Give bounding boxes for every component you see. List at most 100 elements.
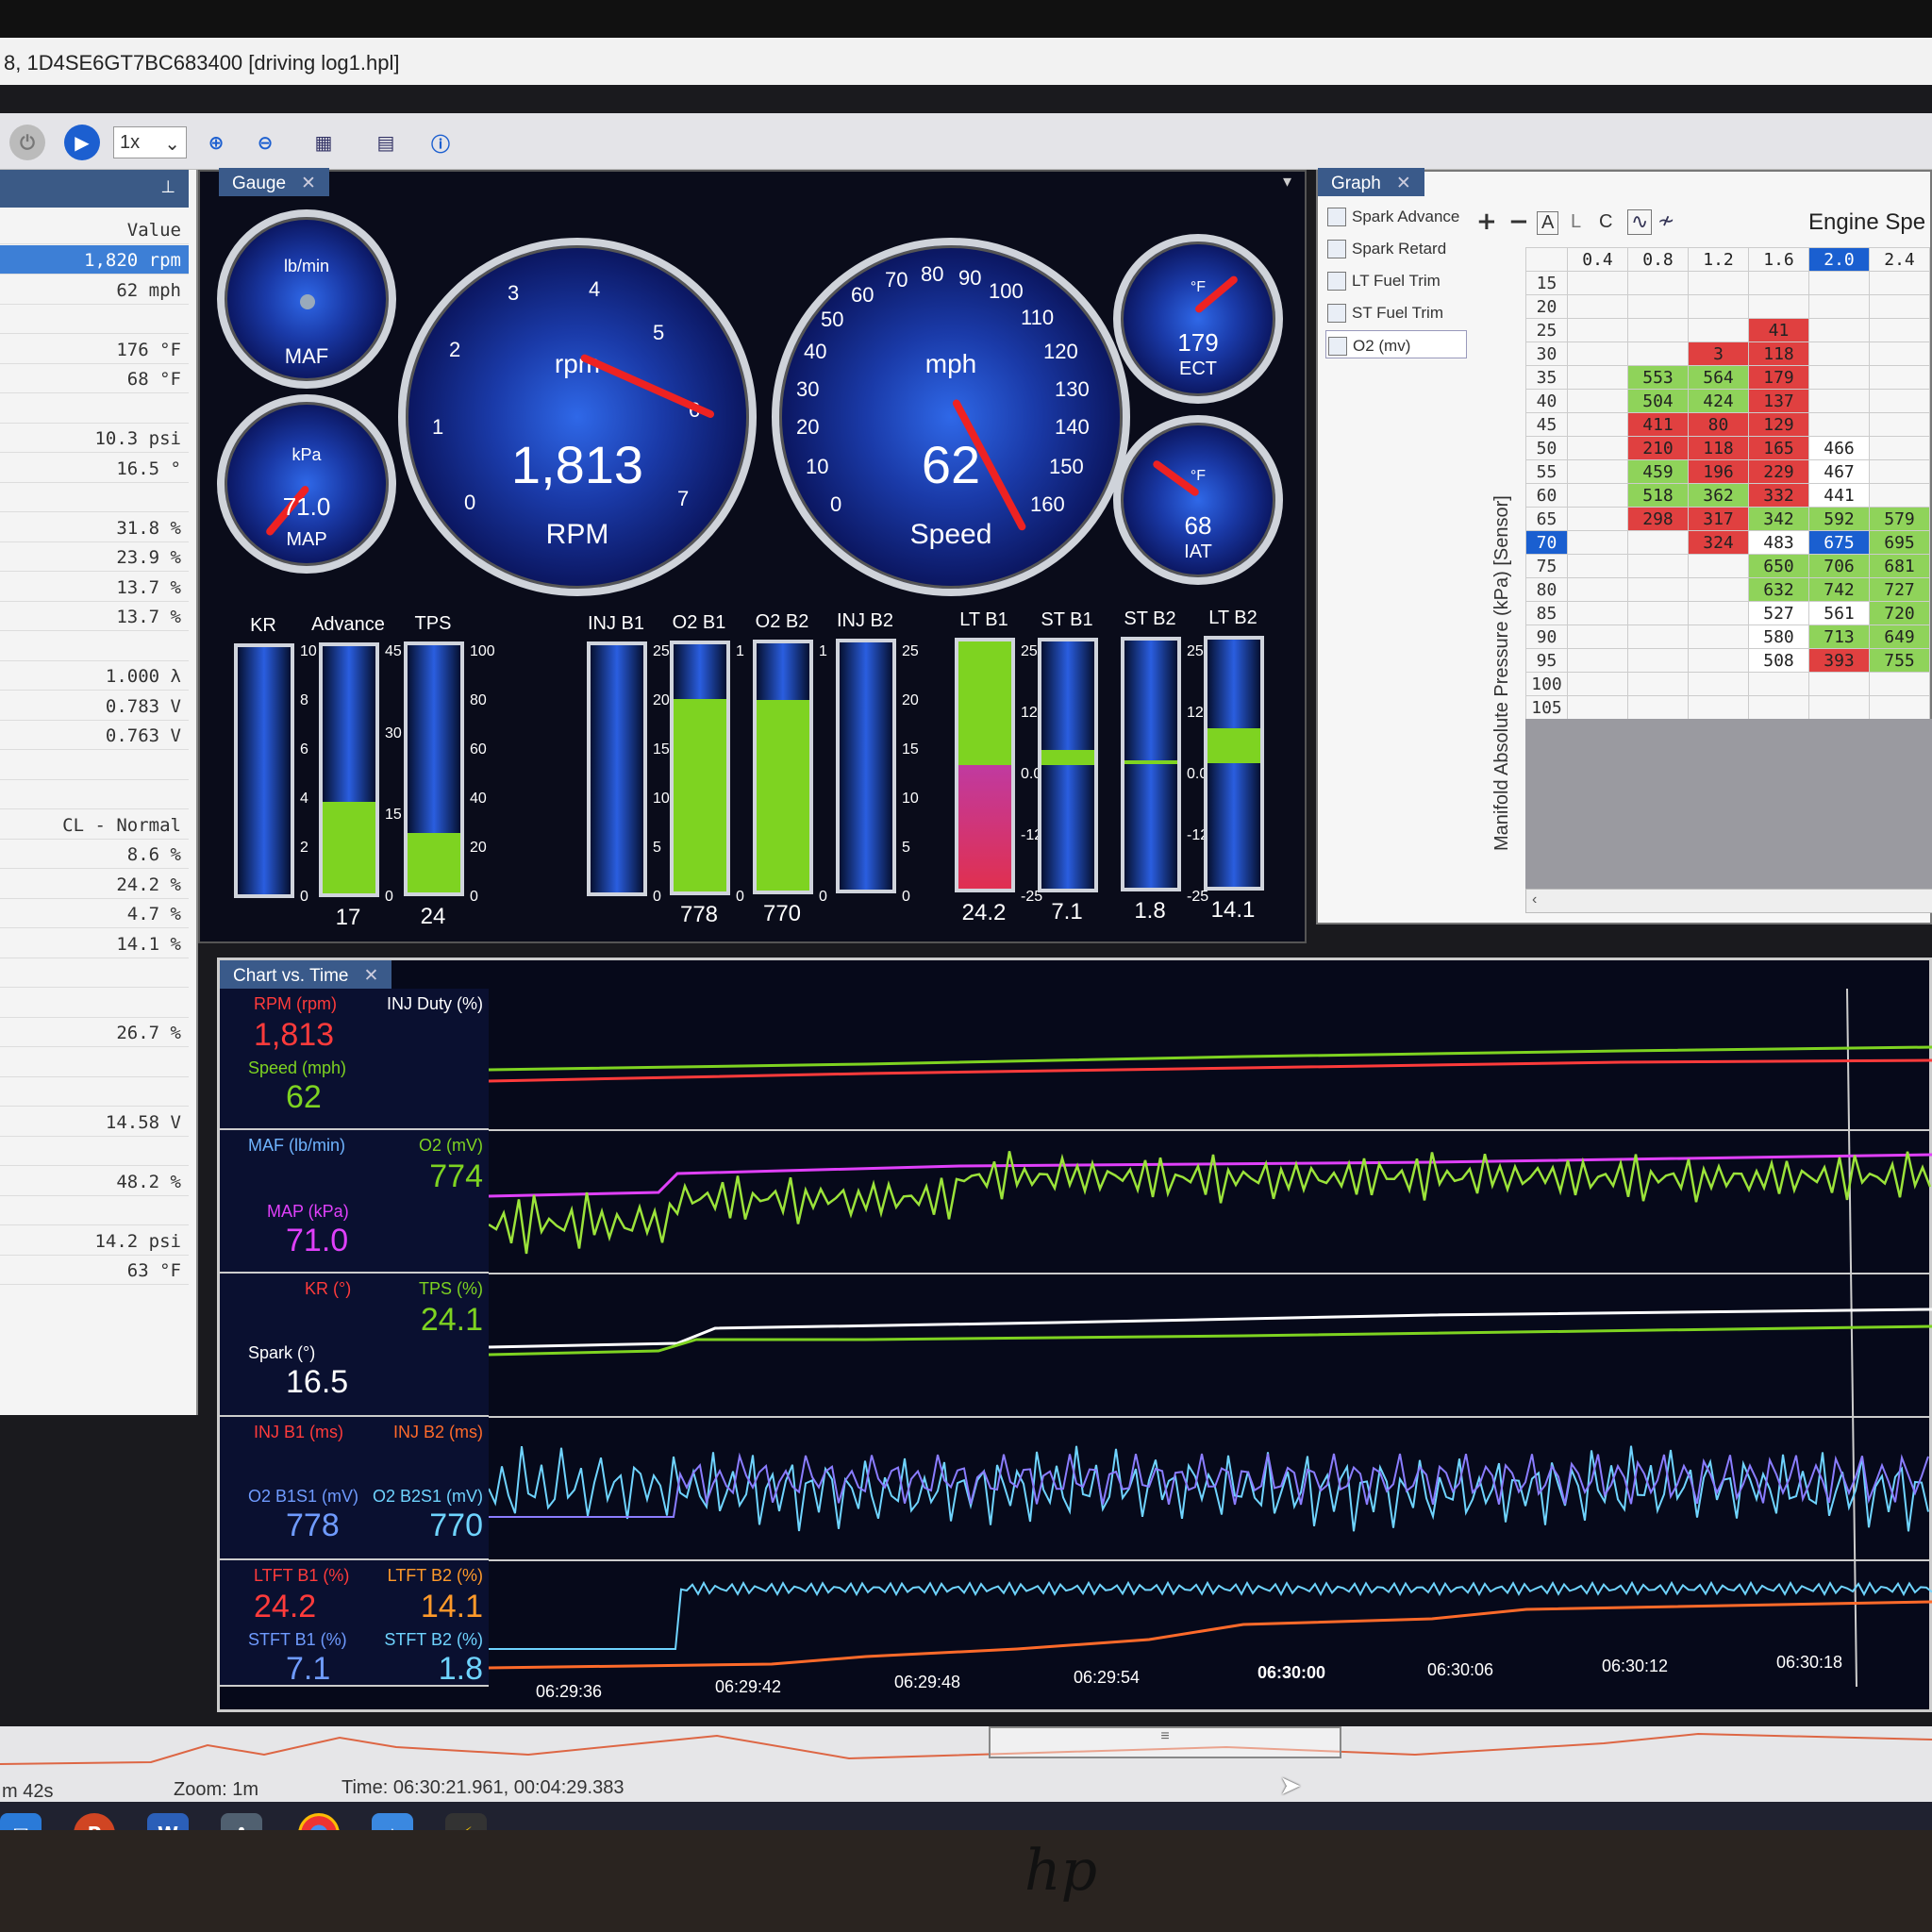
table-cell[interactable]: 80 xyxy=(1688,412,1749,437)
table-cell[interactable] xyxy=(1869,341,1930,366)
table-cell[interactable]: 720 xyxy=(1869,601,1930,625)
table-cell[interactable] xyxy=(1808,271,1870,295)
table-cell[interactable]: 441 xyxy=(1808,483,1870,508)
table-cell[interactable] xyxy=(1808,318,1870,342)
table-row-header[interactable]: 45 xyxy=(1525,412,1568,437)
table-cell[interactable]: 695 xyxy=(1869,530,1930,555)
table-row-header[interactable]: 105 xyxy=(1525,695,1568,720)
power-icon[interactable]: ⏻ xyxy=(9,125,45,160)
table-cell[interactable]: 332 xyxy=(1748,483,1809,508)
table-cell[interactable] xyxy=(1567,554,1628,578)
table-row-header[interactable]: 70 xyxy=(1525,530,1568,555)
table-cell[interactable] xyxy=(1567,625,1628,649)
table-cell[interactable] xyxy=(1567,436,1628,460)
value-row[interactable]: 0.763 V xyxy=(0,721,189,750)
table-cell[interactable] xyxy=(1627,318,1689,342)
table-cell[interactable] xyxy=(1688,648,1749,673)
table-cell[interactable]: 649 xyxy=(1869,625,1930,649)
graph-list-item-selected[interactable]: O2 (mv) xyxy=(1325,330,1467,358)
table-cell[interactable] xyxy=(1808,412,1870,437)
table-cell[interactable]: 362 xyxy=(1688,483,1749,508)
table-row-header[interactable]: 35 xyxy=(1525,365,1568,390)
zoom-out-icon[interactable]: ⊖ xyxy=(247,125,283,160)
value-row[interactable]: 14.58 V xyxy=(0,1108,189,1137)
info-icon[interactable]: ⓘ xyxy=(423,125,458,160)
pin-icon[interactable]: ⊥ xyxy=(160,177,175,197)
table-cell[interactable] xyxy=(1808,389,1870,413)
value-row[interactable]: 24.2 % xyxy=(0,870,189,899)
table-cell[interactable] xyxy=(1627,672,1689,696)
table-cell[interactable] xyxy=(1748,294,1809,319)
table-cell[interactable]: 165 xyxy=(1748,436,1809,460)
table-row-header[interactable]: 85 xyxy=(1525,601,1568,625)
table-column-header[interactable]: 2.4 xyxy=(1869,247,1930,272)
value-row[interactable]: 14.2 psi xyxy=(0,1226,189,1256)
panel-dropdown-icon[interactable]: ▾ xyxy=(1283,172,1291,192)
table-cell[interactable]: 466 xyxy=(1808,436,1870,460)
table-row-header[interactable]: 15 xyxy=(1525,271,1568,295)
table-cell[interactable] xyxy=(1688,554,1749,578)
table-cell[interactable]: 229 xyxy=(1748,459,1809,484)
table-cell[interactable] xyxy=(1567,365,1628,390)
table-cell[interactable]: 727 xyxy=(1869,577,1930,602)
table-cell[interactable]: 298 xyxy=(1627,507,1689,531)
value-row[interactable]: 62 mph xyxy=(0,275,189,305)
tab-graph[interactable]: Graph ✕ xyxy=(1318,168,1424,196)
add-icon[interactable]: + xyxy=(1476,208,1497,236)
table-cell[interactable]: 553 xyxy=(1627,365,1689,390)
close-icon[interactable]: ✕ xyxy=(301,174,316,193)
table-cell[interactable] xyxy=(1688,294,1749,319)
table-cell[interactable] xyxy=(1869,695,1930,720)
table-row-header[interactable]: 25 xyxy=(1525,318,1568,342)
table-cell[interactable]: 424 xyxy=(1688,389,1749,413)
table-cell[interactable] xyxy=(1567,601,1628,625)
value-row[interactable] xyxy=(0,751,189,780)
table-cell[interactable]: 561 xyxy=(1808,601,1870,625)
table-cell[interactable] xyxy=(1688,318,1749,342)
table-cell[interactable] xyxy=(1748,271,1809,295)
table-cell[interactable]: 411 xyxy=(1627,412,1689,437)
table-cell[interactable]: 196 xyxy=(1688,459,1749,484)
table-cell[interactable] xyxy=(1808,341,1870,366)
table-cell[interactable]: 210 xyxy=(1627,436,1689,460)
split-waveform-icon[interactable]: ≁ xyxy=(1657,209,1674,233)
table-row-header[interactable]: 100 xyxy=(1525,672,1568,696)
overview-strip[interactable] xyxy=(0,1726,1932,1774)
value-row[interactable]: 1.000 λ xyxy=(0,661,189,691)
table-cell[interactable]: 393 xyxy=(1808,648,1870,673)
table-row-header[interactable]: 40 xyxy=(1525,389,1568,413)
table-cell[interactable]: 317 xyxy=(1688,507,1749,531)
table-horizontal-scrollbar[interactable]: ‹ xyxy=(1525,889,1932,913)
table-column-header[interactable]: 0.8 xyxy=(1627,247,1689,272)
table-cell[interactable]: 137 xyxy=(1748,389,1809,413)
remove-icon[interactable]: − xyxy=(1508,208,1529,236)
table-cell[interactable]: 742 xyxy=(1808,577,1870,602)
table-cell[interactable] xyxy=(1869,365,1930,390)
table-cell[interactable] xyxy=(1688,271,1749,295)
table-cell[interactable] xyxy=(1627,271,1689,295)
value-row[interactable] xyxy=(0,780,189,809)
table-cell[interactable]: 504 xyxy=(1627,389,1689,413)
table-cell[interactable] xyxy=(1567,530,1628,555)
value-row[interactable] xyxy=(0,305,189,334)
value-row[interactable]: 8.6 % xyxy=(0,840,189,869)
table-column-header[interactable]: 2.0 xyxy=(1808,247,1870,272)
table-row-header[interactable]: 75 xyxy=(1525,554,1568,578)
table-row-header[interactable]: 30 xyxy=(1525,341,1568,366)
table-cell[interactable] xyxy=(1808,294,1870,319)
value-row[interactable] xyxy=(0,483,189,512)
table-row-header[interactable]: 50 xyxy=(1525,436,1568,460)
table-cell[interactable] xyxy=(1748,672,1809,696)
c-toggle[interactable]: C xyxy=(1599,211,1612,233)
graph-list-item[interactable]: Spark Advance xyxy=(1325,202,1467,230)
tab-chart[interactable]: Chart vs. Time ✕ xyxy=(220,960,392,989)
table-cell[interactable] xyxy=(1869,318,1930,342)
table-cell[interactable] xyxy=(1567,341,1628,366)
table-cell[interactable]: 518 xyxy=(1627,483,1689,508)
value-row[interactable]: 13.7 % xyxy=(0,573,189,602)
table-cell[interactable] xyxy=(1869,412,1930,437)
table-cell[interactable] xyxy=(1567,459,1628,484)
table-cell[interactable] xyxy=(1627,577,1689,602)
value-row[interactable]: 23.9 % xyxy=(0,542,189,572)
table-column-header[interactable]: 0.4 xyxy=(1567,247,1628,272)
